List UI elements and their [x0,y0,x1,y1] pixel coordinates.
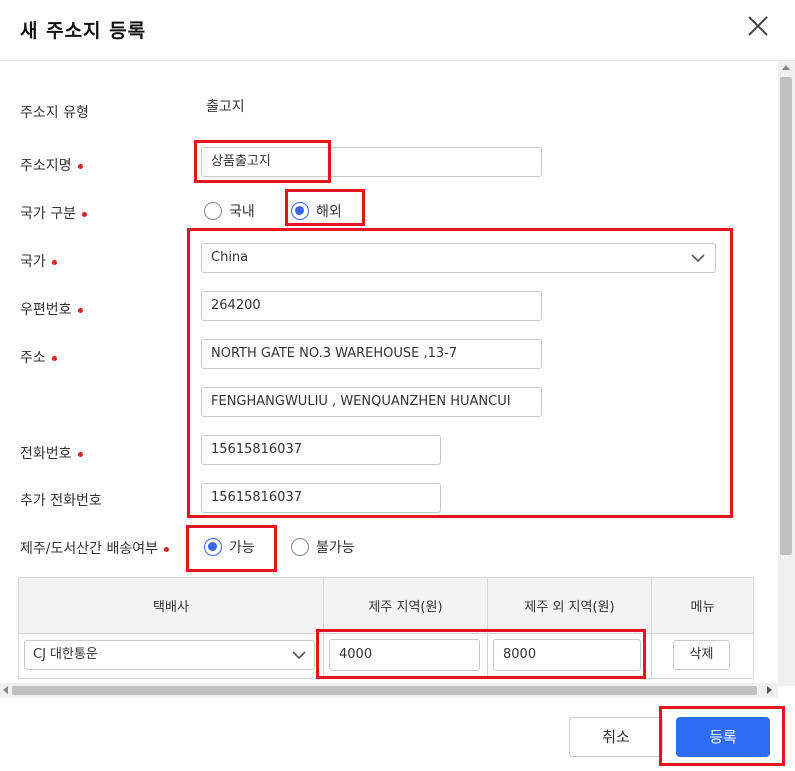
dialog-title: 새 주소지 등록 [20,20,147,42]
radio-selected-icon [291,202,309,220]
country-type-radio-overseas[interactable]: 해외 [291,201,342,221]
address-type-label: 주소지 유형 [20,105,89,121]
dialog-body: 주소지 유형 출고지 주소지명 상품출고지 국가 구분 국내 해외 국가 Chi… [0,61,778,681]
vertical-scroll-thumb[interactable] [780,77,792,555]
radio-circle-icon [204,202,222,220]
required-dot-icon [163,546,169,552]
shipping-fee-table: 택배사 제주 지역(원) 제주 외 지역(원) 메뉴 CJ 대한통운 4000 … [18,577,754,679]
island-radio-available[interactable]: 가능 [204,537,255,557]
courier-select-value: CJ 대한통운 [33,647,98,662]
chevron-down-icon [292,651,306,660]
register-button[interactable]: 등록 [676,717,770,757]
address-label-text: 주소 [20,350,46,366]
table-header-row: 택배사 제주 지역(원) 제주 외 지역(원) 메뉴 [18,577,754,634]
country-select-value: China [211,250,249,265]
jeju-fee-cell: 4000 [323,633,488,679]
address-name-input[interactable]: 상품출고지 [201,147,542,177]
horizontal-scroll-thumb[interactable] [12,686,757,695]
phone-label: 전화번호 [20,443,83,463]
column-header-courier: 택배사 [18,577,324,634]
address-line2-input[interactable]: FENGHANGWULIU , WENQUANZHEN HUANCUI [201,387,542,417]
dialog-header: 새 주소지 등록 [0,0,795,61]
postal-label: 우편번호 [20,299,83,319]
jeju-fee-input[interactable]: 4000 [329,639,480,671]
required-dot-icon [81,211,87,217]
island-radio-unavailable[interactable]: 불가능 [291,537,355,557]
scroll-right-arrow-icon[interactable] [767,686,772,694]
radio-circle-icon [291,538,309,556]
courier-select[interactable]: CJ 대한통운 [24,640,315,670]
required-dot-icon [77,451,83,457]
country-type-label-text: 국가 구분 [20,206,76,222]
country-label-text: 국가 [20,254,46,270]
radio-unavailable-label: 불가능 [316,540,355,556]
address-name-label-text: 주소지명 [20,158,72,174]
required-dot-icon [51,259,57,265]
country-type-label: 국가 구분 [20,203,87,223]
radio-domestic-label: 국내 [229,204,255,220]
cancel-button[interactable]: 취소 [569,717,663,757]
non-jeju-fee-cell: 8000 [487,633,652,679]
vertical-scrollbar[interactable] [778,61,795,686]
phone-input[interactable]: 15615816037 [201,435,441,465]
country-label: 국가 [20,251,57,271]
delete-button[interactable]: 삭제 [673,640,730,670]
address-label: 주소 [20,347,57,367]
column-header-non-jeju: 제주 외 지역(원) [487,577,652,634]
required-dot-icon [51,355,57,361]
country-select[interactable]: China [201,243,716,273]
radio-available-label: 가능 [229,540,255,556]
postal-input[interactable]: 264200 [201,291,542,321]
country-type-radio-domestic[interactable]: 국내 [204,201,255,221]
dialog-footer: 취소 등록 [0,698,795,771]
horizontal-scrollbar[interactable] [0,683,778,698]
menu-cell: 삭제 [651,633,754,679]
chevron-down-icon [691,254,705,263]
new-address-dialog: 새 주소지 등록 주소지 유형 출고지 주소지명 상품출고지 국가 구분 국내 … [0,0,795,771]
extra-phone-label: 추가 전화번호 [20,493,102,509]
required-dot-icon [77,307,83,313]
phone-label-text: 전화번호 [20,446,72,462]
extra-phone-input[interactable]: 15615816037 [201,483,441,513]
scroll-up-arrow-icon[interactable] [782,65,790,70]
address-line1-input[interactable]: NORTH GATE NO.3 WAREHOUSE ,13-7 [201,339,542,369]
close-icon[interactable] [744,12,772,40]
column-header-menu: 메뉴 [651,577,754,634]
postal-label-text: 우편번호 [20,302,72,318]
island-delivery-label-text: 제주/도서산간 배송여부 [20,541,158,557]
radio-overseas-label: 해외 [316,204,342,220]
required-dot-icon [77,163,83,169]
scroll-left-arrow-icon[interactable] [3,686,8,694]
courier-cell: CJ 대한통운 [18,633,324,679]
address-name-label: 주소지명 [20,155,83,175]
address-type-value: 출고지 [206,99,245,115]
non-jeju-fee-input[interactable]: 8000 [493,639,641,671]
table-row: CJ 대한통운 4000 8000 삭제 [18,633,754,679]
island-delivery-label: 제주/도서산간 배송여부 [20,538,169,558]
radio-selected-icon [204,538,222,556]
column-header-jeju: 제주 지역(원) [323,577,488,634]
